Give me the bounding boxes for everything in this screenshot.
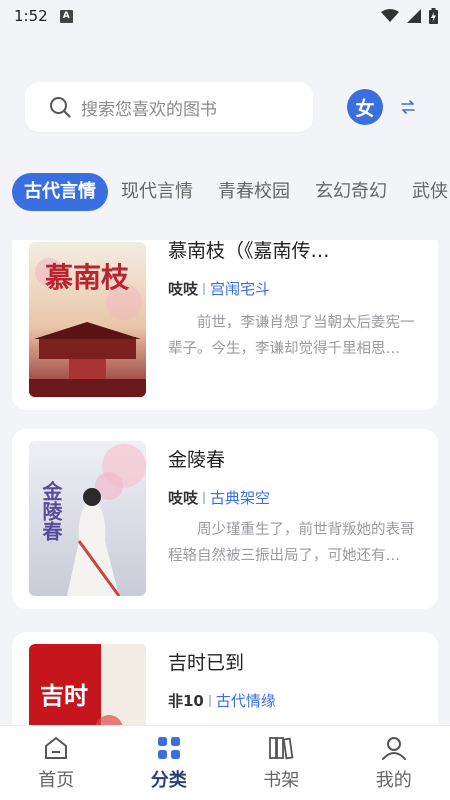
nav-category-label: 分类	[150, 770, 187, 791]
cover-title-text: 吉时	[40, 681, 88, 710]
book-card[interactable]: 慕南枝 慕南枝（《嘉南传… 吱吱 宫闱宅斗 前世，李谦肖想了当朝太后姜宪一辈子。…	[12, 240, 438, 410]
book-meta: 非10 古代情缘	[168, 690, 276, 711]
meta-divider	[203, 491, 206, 504]
swap-icon[interactable]	[399, 98, 417, 116]
wifi-icon	[381, 9, 399, 22]
book-cover-image: 吉时	[29, 644, 146, 725]
nav-category[interactable]: 分类	[129, 734, 209, 792]
book-meta: 吱吱 古典架空	[168, 487, 270, 508]
book-genre: 宫闱宅斗	[210, 280, 271, 298]
book-title: 金陵春	[168, 449, 226, 471]
notification-badge: A	[59, 9, 73, 23]
book-description: 前世，李谦肖想了当朝太后姜宪一辈子。今生，李谦却觉得千里相思…	[168, 315, 415, 357]
book-meta: 吱吱 宫闱宅斗	[168, 278, 270, 299]
nav-bookshelf-label: 书架	[263, 770, 300, 791]
bottom-nav: 首页 分类 书架 我的	[0, 725, 450, 800]
nav-profile[interactable]: 我的	[354, 734, 434, 792]
book-cover: 吉时	[29, 644, 146, 725]
book-card[interactable]: 吉时 吉时已到 非10 古代情缘	[12, 632, 438, 725]
home-icon	[45, 737, 68, 759]
book-author: 吱吱	[168, 489, 199, 507]
tab-modern-romance[interactable]: 现代言情	[109, 173, 205, 211]
search-icon	[50, 97, 71, 118]
cover-title-text: 金陵春	[39, 480, 63, 542]
category-icon	[157, 737, 180, 759]
category-tabs: 古代言情 现代言情 青春校园 玄幻奇幻 武侠	[12, 172, 450, 212]
meta-divider	[203, 282, 206, 295]
tab-fantasy[interactable]: 玄幻奇幻	[303, 173, 399, 211]
gender-toggle-button[interactable]: 女	[347, 89, 383, 125]
meta-divider	[208, 694, 211, 707]
search-row: 搜索您喜欢的图书 女	[25, 82, 435, 132]
bookshelf-icon	[269, 737, 294, 760]
book-genre: 古代情缘	[215, 692, 276, 710]
nav-home[interactable]: 首页	[16, 734, 96, 792]
book-cover-image: 慕南枝	[29, 242, 146, 397]
search-placeholder: 搜索您喜欢的图书	[81, 99, 217, 120]
book-cover: 金陵春	[29, 441, 146, 596]
tab-youth-campus[interactable]: 青春校园	[206, 173, 302, 211]
book-genre: 古典架空	[210, 489, 271, 507]
nav-bookshelf[interactable]: 书架	[241, 734, 321, 792]
book-author: 吱吱	[168, 280, 199, 298]
book-card[interactable]: 金陵春 金陵春 吱吱 古典架空 周少瑾重生了，前世背叛她的表哥程辂自然被三振出局…	[12, 429, 438, 609]
search-input[interactable]: 搜索您喜欢的图书	[25, 82, 313, 132]
tab-wuxia[interactable]: 武侠	[400, 173, 450, 211]
book-description: 周少瑾重生了，前世背叛她的表哥程辂自然被三振出局了，可她还有…	[168, 522, 415, 564]
tab-ancient-romance[interactable]: 古代言情	[12, 173, 108, 211]
signal-icon	[407, 9, 421, 23]
battery-icon	[429, 8, 438, 24]
book-cover-image: 金陵春	[29, 441, 146, 596]
nav-home-label: 首页	[38, 770, 75, 791]
book-author: 非10	[168, 692, 204, 710]
book-cover: 慕南枝	[29, 242, 146, 397]
nav-profile-label: 我的	[375, 770, 412, 791]
book-title: 慕南枝（《嘉南传…	[168, 240, 330, 262]
status-time: 1:52	[14, 7, 48, 25]
profile-icon	[381, 737, 406, 760]
book-list[interactable]: 慕南枝 慕南枝（《嘉南传… 吱吱 宫闱宅斗 前世，李谦肖想了当朝太后姜宪一辈子。…	[0, 240, 450, 725]
cover-title-text: 慕南枝	[45, 261, 130, 294]
status-bar: 1:52 A	[0, 0, 450, 32]
book-title: 吉时已到	[168, 652, 245, 674]
